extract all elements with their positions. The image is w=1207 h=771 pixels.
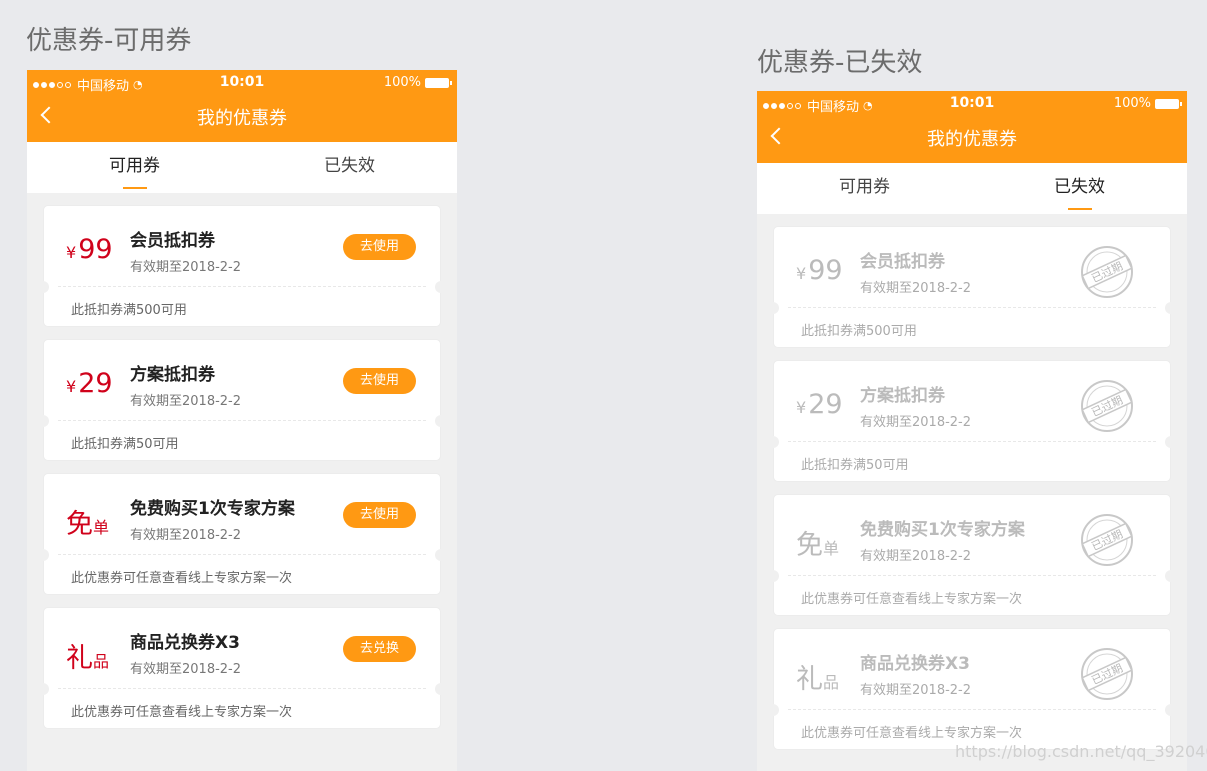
coupon-value: ¥99 <box>66 234 113 265</box>
coupon-name: 方案抵扣券 <box>860 386 945 406</box>
coupon-badge: 礼品 <box>796 664 840 695</box>
tab-available[interactable]: 可用券 <box>27 142 242 193</box>
redeem-coupon-button[interactable]: 去兑换 <box>343 636 416 662</box>
status-bar: 中国移动 ◔ 10:01 100% <box>27 70 457 95</box>
coupon-card: ¥29 方案抵扣券 有效期至2018-2-2 去使用 此抵扣券满50可用 <box>37 339 447 461</box>
page-title: 我的优惠券 <box>927 129 1017 150</box>
coupon-expiry: 有效期至2018-2-2 <box>130 528 242 543</box>
coupon-name: 商品兑换券X3 <box>860 654 970 674</box>
coupon-desc: 此优惠券可任意查看线上专家方案一次 <box>71 571 293 586</box>
tab-expired[interactable]: 已失效 <box>242 142 457 193</box>
expired-stamp-icon: 已过期 <box>1081 514 1133 566</box>
nav-bar: 我的优惠券 <box>757 116 1187 163</box>
coupon-desc: 此优惠券可任意查看线上专家方案一次 <box>801 726 1023 741</box>
coupon-desc: 此抵扣券满500可用 <box>71 303 187 318</box>
expired-stamp-icon: 已过期 <box>1081 246 1133 298</box>
coupon-expiry: 有效期至2018-2-2 <box>860 281 972 296</box>
coupon-name: 商品兑换券X3 <box>130 633 240 653</box>
coupon-value: ¥29 <box>66 368 113 399</box>
coupon-name: 会员抵扣券 <box>860 252 945 272</box>
battery-icon <box>425 77 452 88</box>
phone-expired: 中国移动 ◔ 10:01 100% 我的优惠券 可用券 已失效 ¥99 会员抵扣… <box>757 91 1187 771</box>
expired-coupon-card: 礼品 商品兑换券X3 有效期至2018-2-2 已过期 此优惠券可任意查看线上专… <box>767 628 1177 750</box>
coupon-expiry: 有效期至2018-2-2 <box>130 394 242 409</box>
coupon-desc: 此优惠券可任意查看线上专家方案一次 <box>801 592 1023 607</box>
coupon-card: ¥99 会员抵扣券 有效期至2018-2-2 去使用 此抵扣券满500可用 <box>37 205 447 327</box>
coupon-card: 免单 免费购买1次专家方案 有效期至2018-2-2 去使用 此优惠券可任意查看… <box>37 473 447 595</box>
coupon-badge: 免单 <box>66 509 110 540</box>
status-bar: 中国移动 ◔ 10:01 100% <box>757 91 1187 116</box>
coupon-name: 免费购买1次专家方案 <box>860 520 1025 540</box>
expired-coupon-card: 免单 免费购买1次专家方案 有效期至2018-2-2 已过期 此优惠券可任意查看… <box>767 494 1177 616</box>
active-tab-indicator <box>1067 208 1092 210</box>
tab-bar: 可用券 已失效 <box>27 142 457 193</box>
expired-stamp-icon: 已过期 <box>1081 648 1133 700</box>
coupon-expiry: 有效期至2018-2-2 <box>130 662 242 677</box>
coupon-expiry: 有效期至2018-2-2 <box>130 260 242 275</box>
use-coupon-button[interactable]: 去使用 <box>343 368 416 394</box>
coupon-expiry: 有效期至2018-2-2 <box>860 415 972 430</box>
phone-available: 中国移动 ◔ 10:01 100% 我的优惠券 可用券 已失效 ¥99 会员抵扣… <box>27 70 457 771</box>
coupon-desc: 此优惠券可任意查看线上专家方案一次 <box>71 705 293 720</box>
coupon-desc: 此抵扣券满500可用 <box>801 324 917 339</box>
coupon-badge: 礼品 <box>66 643 110 674</box>
coupon-name: 免费购买1次专家方案 <box>130 499 295 519</box>
use-coupon-button[interactable]: 去使用 <box>343 502 416 528</box>
coupon-list: ¥99 会员抵扣券 有效期至2018-2-2 已过期 此抵扣券满500可用 ¥2… <box>757 214 1187 750</box>
expired-coupon-card: ¥29 方案抵扣券 有效期至2018-2-2 已过期 此抵扣券满50可用 <box>767 360 1177 482</box>
coupon-name: 方案抵扣券 <box>130 365 215 385</box>
page-title: 我的优惠券 <box>197 108 287 129</box>
battery-label: 100% <box>383 75 421 90</box>
tab-available[interactable]: 可用券 <box>757 163 972 214</box>
coupon-value: ¥99 <box>796 255 843 286</box>
coupon-expiry: 有效期至2018-2-2 <box>860 683 972 698</box>
coupon-value: ¥29 <box>796 389 843 420</box>
coupon-desc: 此抵扣券满50可用 <box>801 458 909 473</box>
coupon-list: ¥99 会员抵扣券 有效期至2018-2-2 去使用 此抵扣券满500可用 ¥2… <box>27 193 457 729</box>
tab-bar: 可用券 已失效 <box>757 163 1187 214</box>
coupon-card: 礼品 商品兑换券X3 有效期至2018-2-2 去兑换 此优惠券可任意查看线上专… <box>37 607 447 729</box>
use-coupon-button[interactable]: 去使用 <box>343 234 416 260</box>
watermark: https://blog.csdn.net/qq_39204060 <box>955 742 1207 761</box>
coupon-expiry: 有效期至2018-2-2 <box>860 549 972 564</box>
coupon-desc: 此抵扣券满50可用 <box>71 437 179 452</box>
active-tab-indicator <box>122 187 147 189</box>
coupon-badge: 免单 <box>796 530 840 561</box>
tab-expired[interactable]: 已失效 <box>972 163 1187 214</box>
coupon-name: 会员抵扣券 <box>130 231 215 251</box>
left-board-title: 优惠券-可用券 <box>26 26 192 56</box>
nav-bar: 我的优惠券 <box>27 95 457 142</box>
battery-icon <box>1155 98 1182 109</box>
battery-label: 100% <box>1113 96 1151 111</box>
right-board-title: 优惠券-已失效 <box>757 48 923 78</box>
expired-coupon-card: ¥99 会员抵扣券 有效期至2018-2-2 已过期 此抵扣券满500可用 <box>767 226 1177 348</box>
expired-stamp-icon: 已过期 <box>1081 380 1133 432</box>
